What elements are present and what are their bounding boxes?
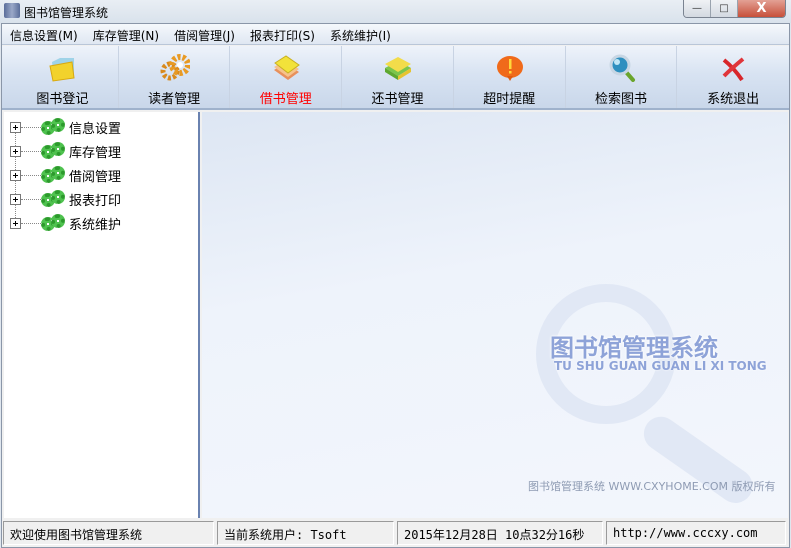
close-button[interactable]: X [738,0,785,17]
books-icon [274,55,301,80]
menu-reports[interactable]: 报表打印(S) [242,24,322,44]
toolbar: 图书登记 读者管理 借书管理 还书管理 超时提醒 检索图书 系统退出 [2,46,789,110]
exit-system-button[interactable]: 系统退出 [677,46,789,108]
maximize-button[interactable]: □ [711,0,738,17]
borrow-manage-button[interactable]: 借书管理 [230,46,343,108]
menu-info-settings[interactable]: 信息设置(M) [2,24,85,44]
window-controls: — □ X [683,0,786,18]
status-datetime: 2015年12月28日 10点32分16秒 [397,521,603,545]
menu-inventory[interactable]: 库存管理(N) [85,24,166,44]
watermark-magnifier-handle [637,410,760,510]
gear-icon [41,189,65,209]
overdue-alert-button[interactable]: 超时提醒 [454,46,566,108]
gear-icon [41,213,65,233]
gear-icon [41,141,65,161]
tree-node-borrowing[interactable]: 借阅管理 [10,165,121,185]
tree-node-inventory[interactable]: 库存管理 [10,141,121,161]
window-title: 图书馆管理系统 [24,6,109,20]
app-icon [4,3,20,18]
gear-icon [41,165,65,185]
expand-icon[interactable] [10,193,21,205]
logo-chinese: 图书馆管理系统 [550,334,718,362]
tree-node-info-settings[interactable]: 信息设置 [10,117,121,137]
main-area: 图书馆管理系统 TU SHU GUAN GUAN LI XI TONG 图书馆管… [202,112,788,518]
magnifier-icon [609,54,635,82]
gear-icon [41,117,65,137]
status-user: 当前系统用户: Tsoft [217,521,394,545]
menu-maintenance[interactable]: 系统维护(I) [322,24,398,44]
reader-manage-button[interactable]: 读者管理 [119,46,231,108]
minimize-button[interactable]: — [684,0,711,17]
search-books-button[interactable]: 检索图书 [566,46,678,108]
alert-icon [496,56,523,81]
copyright-text: 图书馆管理系统 WWW.CXYHOME.COM 版权所有 [528,480,776,493]
expand-icon[interactable] [10,121,21,133]
tree-node-maintenance[interactable]: 系统维护 [10,213,121,233]
expand-icon[interactable] [10,169,21,181]
menu-bar: 信息设置(M) 库存管理(N) 借阅管理(J) 报表打印(S) 系统维护(I) [2,24,789,45]
status-bar: 欢迎使用图书馆管理系统 当前系统用户: Tsoft 2015年12月28日 10… [2,520,789,546]
folder-icon [49,58,75,82]
title-bar: 图书馆管理系统 — □ X [0,0,791,23]
nav-tree: 信息设置 库存管理 借阅管理 报表打印 系统维护 [4,112,200,518]
logo-pinyin: TU SHU GUAN GUAN LI XI TONG [554,359,767,373]
exit-icon [722,57,745,82]
return-manage-button[interactable]: 还书管理 [342,46,454,108]
gears-icon [160,54,190,81]
expand-icon[interactable] [10,145,21,157]
status-url: http://www.cccxy.com [606,521,786,545]
stack-icon [385,57,412,80]
expand-icon[interactable] [10,217,21,229]
status-welcome: 欢迎使用图书馆管理系统 [3,521,214,545]
menu-borrowing[interactable]: 借阅管理(J) [166,24,242,44]
tree-node-reports[interactable]: 报表打印 [10,189,121,209]
book-register-button[interactable]: 图书登记 [7,46,119,108]
